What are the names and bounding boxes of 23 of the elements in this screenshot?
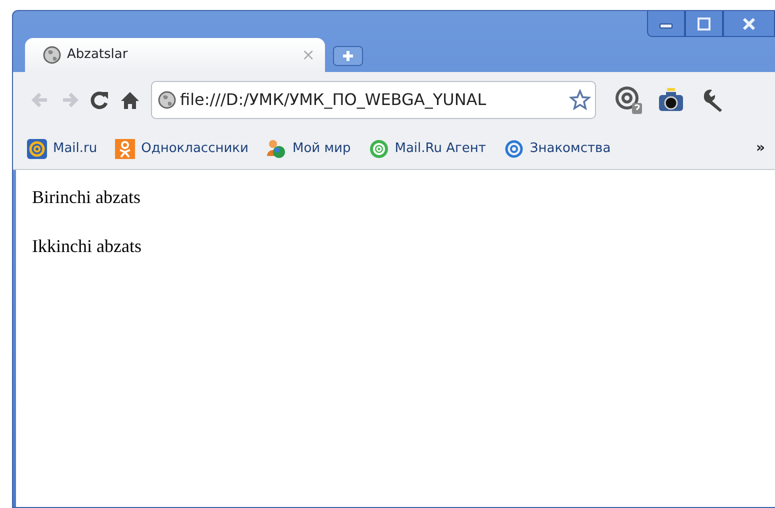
globe-icon [158,91,176,109]
minimize-icon[interactable] [647,11,685,37]
tab-title: Abzatslar [67,46,128,64]
more-bookmarks-button[interactable]: » [756,138,765,159]
new-tab-button[interactable] [333,46,363,66]
bookmark-link[interactable]: Мой мир [266,138,351,158]
people-icon [266,138,286,158]
bookmark-link[interactable]: Одноклассники [115,138,248,158]
bookmark-link[interactable]: Mail.ru [27,138,98,158]
house-icon [119,89,141,111]
tab[interactable]: Abzatslar × [25,38,325,72]
close-icon[interactable] [723,11,775,37]
bookmark-link[interactable]: Mail.Ru Агент [368,138,486,158]
maximize-icon[interactable] [685,11,723,37]
address-bar[interactable]: file:///D:/УМК/УМК_ПО_WEBGA_YUNAL [151,81,596,119]
plus-icon [342,50,354,62]
globe-icon [43,46,61,64]
reload-icon [89,89,111,111]
paragraph: Birinchi abzats [32,186,142,209]
star-icon[interactable] [569,89,591,111]
person-icon [115,138,136,158]
bookmark-link[interactable]: Знакомства [504,138,611,158]
paragraph: Ikkinchi abzats [32,235,142,258]
